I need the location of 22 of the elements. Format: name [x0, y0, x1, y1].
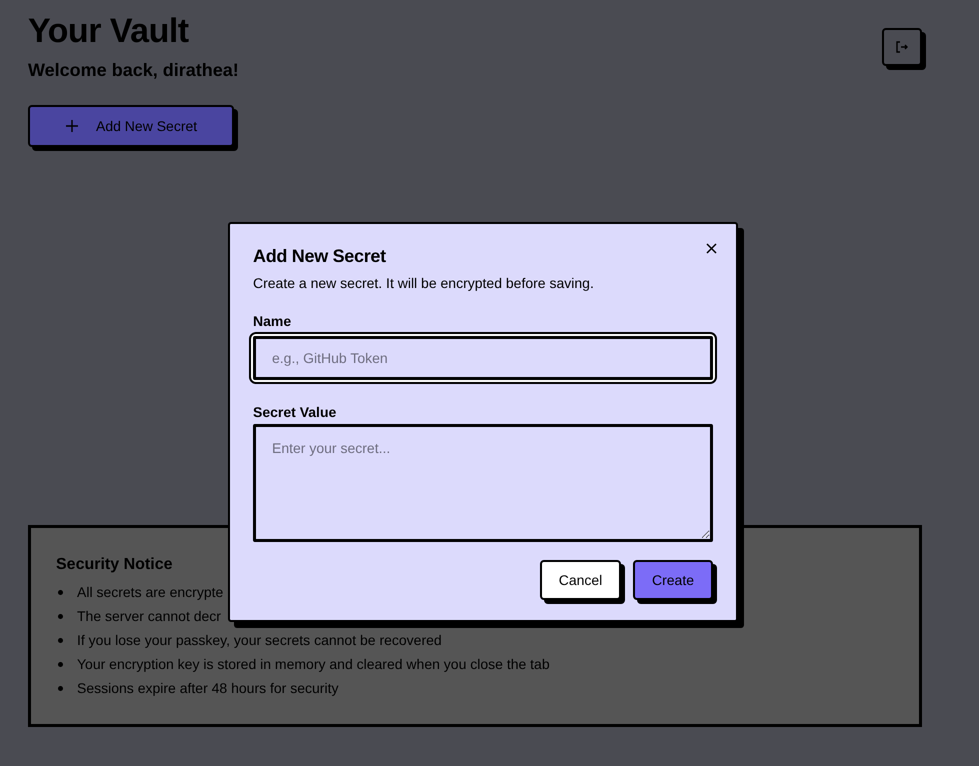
logout-icon [895, 40, 909, 54]
close-icon[interactable] [706, 243, 717, 254]
name-input[interactable]: e.g., GitHub Token [253, 336, 713, 380]
dialog-title: Add New Secret [253, 246, 387, 267]
notice-item: All secrets are encrypte [77, 584, 224, 600]
bullet-icon [58, 662, 63, 666]
welcome-text: Welcome back, dirathea! [28, 60, 239, 81]
bullet-icon [58, 686, 63, 690]
notice-item: If you lose your passkey, your secrets cannot be recovered [77, 632, 442, 648]
plus-icon [66, 120, 78, 132]
notice-item: The server cannot decr [77, 608, 221, 624]
bullet-icon [58, 590, 63, 594]
field-label: Name [253, 313, 292, 329]
notice-item: Your encryption key is stored in memory and cleared when you close the tab [77, 656, 550, 672]
notice-item: Sessions expire after 48 hours for security [77, 680, 338, 696]
notice-title: Security Notice [56, 556, 174, 574]
field-label: Secret Value [253, 404, 338, 420]
bullet-icon [58, 638, 63, 642]
dialog-description: Create a new secret. It will be encrypted before saving. [253, 275, 595, 291]
secret-textarea[interactable]: Enter your secret... [253, 424, 713, 542]
bullet-icon [58, 614, 63, 618]
page-title: Your Vault [28, 12, 190, 50]
